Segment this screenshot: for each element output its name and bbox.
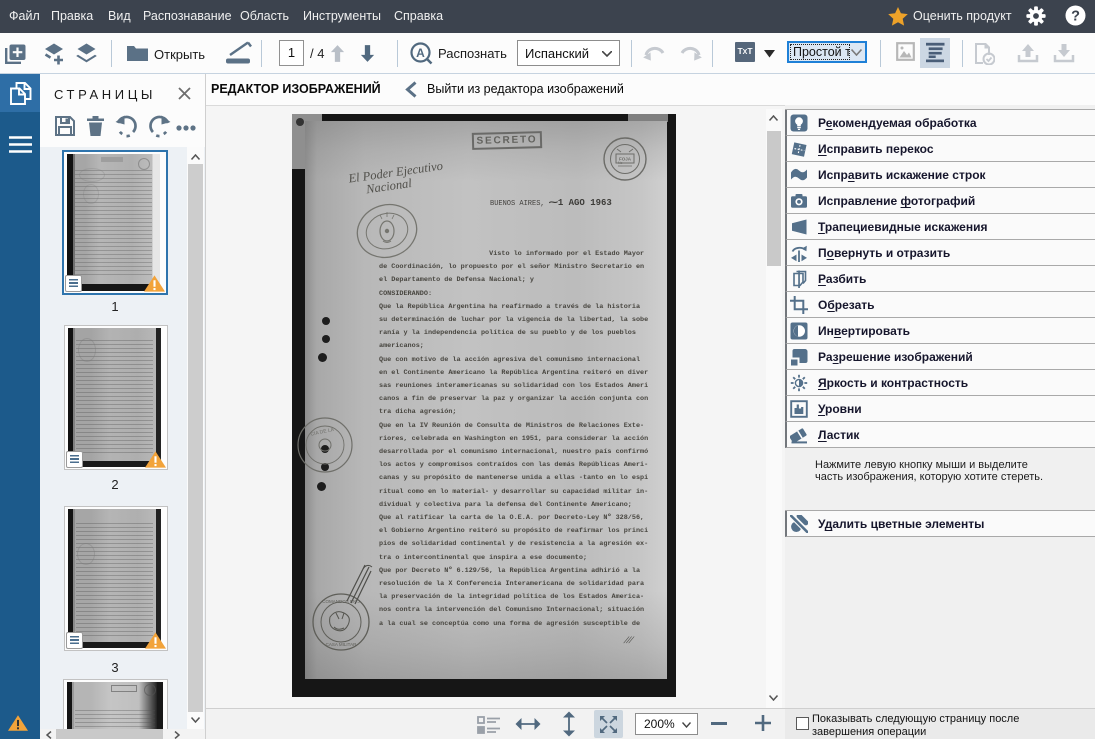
svg-text:No: No bbox=[618, 161, 623, 165]
svg-text:A: A bbox=[416, 46, 425, 60]
svg-text:CIA DE LA: CIA DE LA bbox=[310, 427, 335, 438]
svg-text:?: ? bbox=[1071, 9, 1080, 25]
svg-text:CASA MILITAR: CASA MILITAR bbox=[326, 642, 357, 647]
